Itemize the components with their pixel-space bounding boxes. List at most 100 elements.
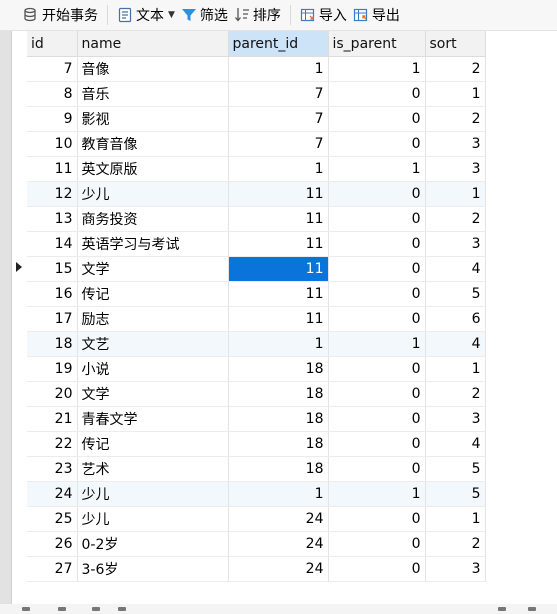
cell-name[interactable]: 传记: [77, 431, 229, 457]
column-header-name[interactable]: name: [77, 31, 229, 57]
cell-sort[interactable]: 2: [425, 106, 486, 132]
cell-name[interactable]: 艺术: [77, 456, 229, 482]
cell-id[interactable]: 15: [27, 256, 78, 282]
cell-name[interactable]: 3-6岁: [77, 556, 229, 582]
cell-id[interactable]: 23: [27, 456, 78, 482]
cell-name[interactable]: 少儿: [77, 481, 229, 507]
column-header-sort[interactable]: sort: [425, 31, 486, 57]
cell-id[interactable]: 26: [27, 531, 78, 557]
cell-is-parent[interactable]: 0: [328, 431, 426, 457]
cell-is-parent[interactable]: 0: [328, 231, 426, 257]
cell-sort[interactable]: 2: [425, 206, 486, 232]
cell-name[interactable]: 英文原版: [77, 156, 229, 182]
cell-sort[interactable]: 4: [425, 256, 486, 282]
cell-is-parent[interactable]: 1: [328, 331, 426, 357]
cell-name[interactable]: 0-2岁: [77, 531, 229, 557]
cell-name[interactable]: 传记: [77, 281, 229, 307]
cell-name[interactable]: 音像: [77, 56, 229, 82]
cell-sort[interactable]: 4: [425, 431, 486, 457]
cell-is-parent[interactable]: 0: [328, 531, 426, 557]
table-row[interactable]: 20 文学 18 0 2: [27, 381, 486, 407]
cell-id[interactable]: 24: [27, 481, 78, 507]
cell-sort[interactable]: 2: [425, 56, 486, 82]
cell-parent-id[interactable]: 1: [228, 331, 329, 357]
cell-parent-id[interactable]: 24: [228, 506, 329, 532]
table-row[interactable]: 22 传记 18 0 4: [27, 431, 486, 457]
cell-name[interactable]: 青春文学: [77, 406, 229, 432]
cell-id[interactable]: 10: [27, 131, 78, 157]
cell-sort[interactable]: 3: [425, 556, 486, 582]
cell-name[interactable]: 励志: [77, 306, 229, 332]
table-row[interactable]: 13 商务投资 11 0 2: [27, 206, 486, 232]
table-row[interactable]: 12 少儿 11 0 1: [27, 181, 486, 207]
cell-id[interactable]: 16: [27, 281, 78, 307]
table-row[interactable]: 14 英语学习与考试 11 0 3: [27, 231, 486, 257]
cell-name[interactable]: 小说: [77, 356, 229, 382]
cell-is-parent[interactable]: 0: [328, 281, 426, 307]
table-row[interactable]: 26 0-2岁 24 0 2: [27, 531, 486, 557]
cell-parent-id[interactable]: 24: [228, 556, 329, 582]
text-button[interactable]: 文本 ▼: [114, 3, 178, 27]
begin-transaction-button[interactable]: 开始事务: [20, 3, 101, 27]
cell-parent-id[interactable]: 1: [228, 481, 329, 507]
cell-sort[interactable]: 3: [425, 131, 486, 157]
cell-name[interactable]: 少儿: [77, 506, 229, 532]
cell-id[interactable]: 14: [27, 231, 78, 257]
table-row[interactable]: 17 励志 11 0 6: [27, 306, 486, 332]
cell-parent-id[interactable]: 11: [228, 306, 329, 332]
column-header-parent-id[interactable]: parent_id: [228, 31, 329, 57]
cell-name[interactable]: 教育音像: [77, 131, 229, 157]
cell-sort[interactable]: 5: [425, 456, 486, 482]
cell-is-parent[interactable]: 0: [328, 506, 426, 532]
chevron-down-icon[interactable]: ▼: [168, 10, 175, 20]
cell-name[interactable]: 商务投资: [77, 206, 229, 232]
cell-sort[interactable]: 1: [425, 506, 486, 532]
cell-id[interactable]: 12: [27, 181, 78, 207]
cell-is-parent[interactable]: 0: [328, 381, 426, 407]
cell-id[interactable]: 8: [27, 81, 78, 107]
cell-id[interactable]: 21: [27, 406, 78, 432]
cell-is-parent[interactable]: 0: [328, 181, 426, 207]
table-row[interactable]: 8 音乐 7 0 1: [27, 81, 486, 107]
cell-parent-id[interactable]: 18: [228, 406, 329, 432]
cell-is-parent[interactable]: 1: [328, 156, 426, 182]
cell-name[interactable]: 文学: [77, 381, 229, 407]
cell-is-parent[interactable]: 0: [328, 556, 426, 582]
cell-sort[interactable]: 4: [425, 331, 486, 357]
cell-sort[interactable]: 3: [425, 156, 486, 182]
cell-is-parent[interactable]: 0: [328, 131, 426, 157]
table-row[interactable]: 7 音像 1 1 2: [27, 56, 486, 82]
cell-parent-id[interactable]: 11: [228, 256, 329, 282]
table-row[interactable]: 10 教育音像 7 0 3: [27, 131, 486, 157]
cell-parent-id[interactable]: 24: [228, 531, 329, 557]
cell-is-parent[interactable]: 1: [328, 56, 426, 82]
cell-sort[interactable]: 5: [425, 281, 486, 307]
table-row[interactable]: 18 文艺 1 1 4: [27, 331, 486, 357]
cell-id[interactable]: 13: [27, 206, 78, 232]
cell-is-parent[interactable]: 1: [328, 481, 426, 507]
cell-is-parent[interactable]: 0: [328, 456, 426, 482]
cell-name[interactable]: 文学: [77, 256, 229, 282]
column-header-is-parent[interactable]: is_parent: [328, 31, 426, 57]
cell-parent-id[interactable]: 7: [228, 131, 329, 157]
cell-is-parent[interactable]: 0: [328, 356, 426, 382]
cell-parent-id[interactable]: 11: [228, 206, 329, 232]
column-header-id[interactable]: id: [27, 31, 78, 57]
cell-sort[interactable]: 2: [425, 531, 486, 557]
cell-name[interactable]: 影视: [77, 106, 229, 132]
cell-is-parent[interactable]: 0: [328, 306, 426, 332]
import-button[interactable]: 导入: [297, 3, 350, 27]
cell-name[interactable]: 少儿: [77, 181, 229, 207]
cell-sort[interactable]: 3: [425, 406, 486, 432]
cell-parent-id[interactable]: 11: [228, 231, 329, 257]
cell-parent-id[interactable]: 18: [228, 381, 329, 407]
table-row[interactable]: 16 传记 11 0 5: [27, 281, 486, 307]
cell-name[interactable]: 文艺: [77, 331, 229, 357]
cell-id[interactable]: 25: [27, 506, 78, 532]
cell-parent-id[interactable]: 18: [228, 456, 329, 482]
cell-parent-id[interactable]: 11: [228, 181, 329, 207]
cell-id[interactable]: 20: [27, 381, 78, 407]
cell-sort[interactable]: 1: [425, 81, 486, 107]
cell-name[interactable]: 英语学习与考试: [77, 231, 229, 257]
cell-id[interactable]: 19: [27, 356, 78, 382]
